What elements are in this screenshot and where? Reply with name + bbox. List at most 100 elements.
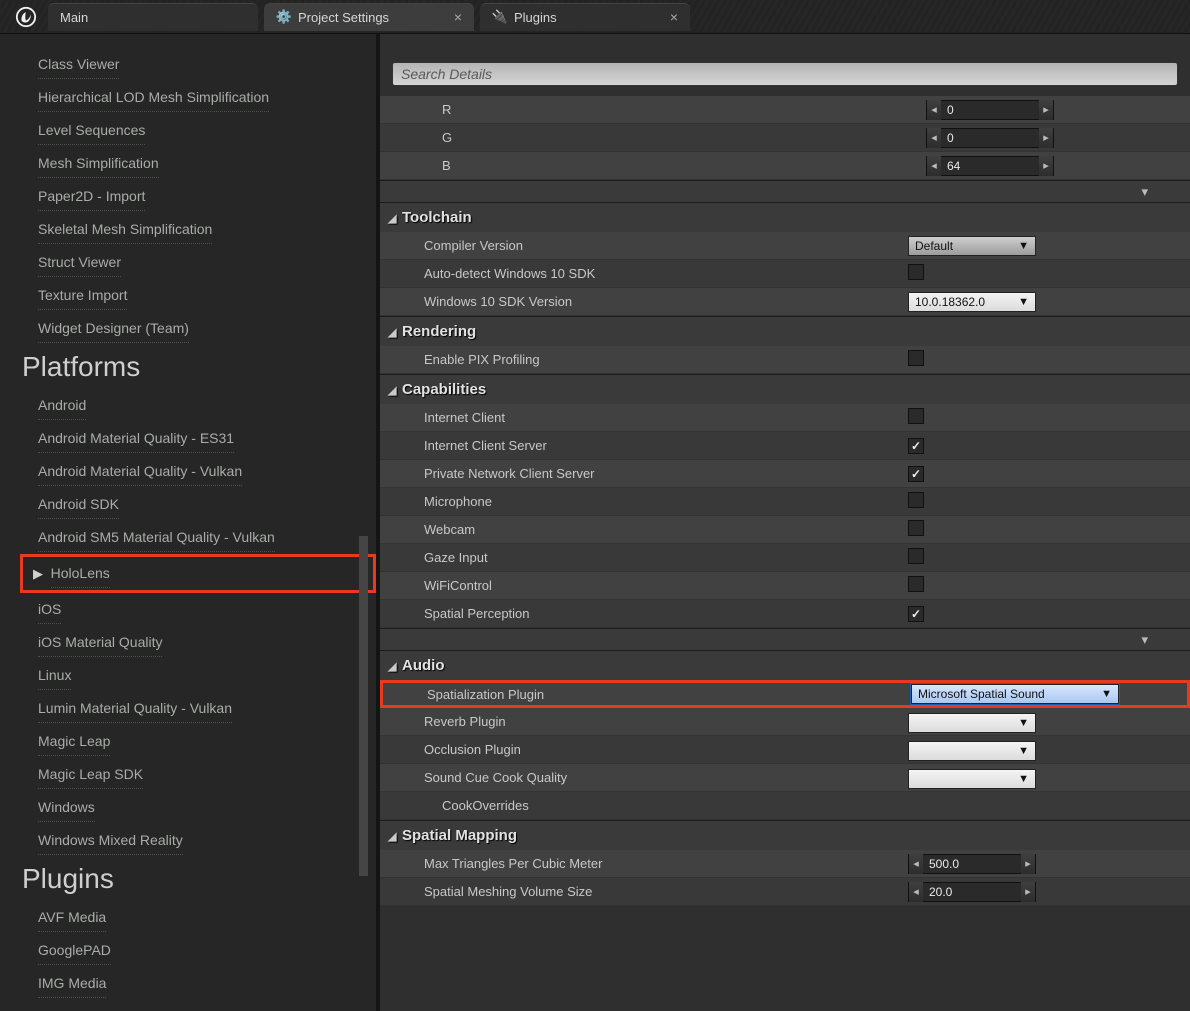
plug-icon: 🔌 <box>492 9 508 25</box>
prop-row-capability: Internet Client Server <box>380 432 1190 460</box>
sidebar-item-windows[interactable]: Windows <box>38 793 95 822</box>
prop-label: Private Network Client Server <box>424 466 908 481</box>
prop-label: Internet Client Server <box>424 438 908 453</box>
triangle-down-icon: ◢ <box>388 384 396 397</box>
spinner-max-tri[interactable]: ◂500.0▸ <box>908 854 1036 874</box>
triangle-down-icon: ◢ <box>388 326 396 339</box>
section-label: Rendering <box>402 323 476 340</box>
prop-label: Compiler Version <box>424 238 908 253</box>
spinner-b[interactable]: ◂64▸ <box>926 156 1054 176</box>
close-icon[interactable]: × <box>670 9 678 25</box>
sidebar-item[interactable]: GooglePAD <box>38 936 111 965</box>
section-toolchain[interactable]: ◢Toolchain <box>380 202 1190 232</box>
checkbox-capability[interactable] <box>908 438 924 454</box>
chevron-right-icon[interactable]: ▸ <box>1021 854 1035 874</box>
section-capabilities[interactable]: ◢Capabilities <box>380 374 1190 404</box>
chevron-left-icon[interactable]: ◂ <box>927 100 941 120</box>
sidebar-item[interactable]: Magic Leap <box>38 727 110 756</box>
prop-row-reverb: Reverb Plugin▼ <box>380 708 1190 736</box>
category-sidebar: Class Viewer Hierarchical LOD Mesh Simpl… <box>0 34 380 1011</box>
prop-label: Auto-detect Windows 10 SDK <box>424 266 908 281</box>
checkbox-pix[interactable] <box>908 350 924 366</box>
checkbox-capability[interactable] <box>908 520 924 536</box>
sidebar-item[interactable]: Windows Mixed Reality <box>38 826 183 855</box>
caret-down-icon: ▼ <box>1018 773 1029 785</box>
prop-row-b: B ◂64▸ <box>380 152 1190 180</box>
sidebar-item[interactable]: Class Viewer <box>38 50 119 79</box>
sidebar-item[interactable]: Texture Import <box>38 281 127 310</box>
checkbox-capability[interactable] <box>908 492 924 508</box>
sidebar-item[interactable]: Android SM5 Material Quality - Vulkan <box>38 523 275 552</box>
sidebar-item-android[interactable]: Android <box>38 391 86 420</box>
sdk-version-combo[interactable]: 10.0.18362.0▼ <box>908 292 1036 312</box>
sidebar-item[interactable]: AVF Media <box>38 903 106 932</box>
caret-down-icon: ▼ <box>1018 717 1029 729</box>
prop-row-occlusion: Occlusion Plugin▼ <box>380 736 1190 764</box>
close-icon[interactable]: × <box>454 9 462 25</box>
compiler-version-combo[interactable]: Default▼ <box>908 236 1036 256</box>
tab-project-settings[interactable]: ⚙️ Project Settings × <box>264 3 474 31</box>
spatialization-plugin-combo[interactable]: Microsoft Spatial Sound▼ <box>911 684 1119 704</box>
tab-plugins[interactable]: 🔌 Plugins × <box>480 3 690 31</box>
occlusion-plugin-combo[interactable]: ▼ <box>908 741 1036 761</box>
chevron-right-icon[interactable]: ▸ <box>1039 156 1053 176</box>
section-audio[interactable]: ◢Audio <box>380 650 1190 680</box>
prop-row-sdk: Windows 10 SDK Version10.0.18362.0▼ <box>380 288 1190 316</box>
spinner-vol-size[interactable]: ◂20.0▸ <box>908 882 1036 902</box>
sidebar-item[interactable]: Mesh Simplification <box>38 149 159 178</box>
sidebar-item[interactable]: Magic Leap SDK <box>38 760 143 789</box>
sidebar-item[interactable]: Paper2D - Import <box>38 182 145 211</box>
spinner-value: 20.0 <box>923 885 1021 899</box>
details-panel: Search Details R ◂0▸ G ◂0▸ B ◂64▸ ▾ ◢Too… <box>380 34 1190 1011</box>
sidebar-item-linux[interactable]: Linux <box>38 661 71 690</box>
chevron-left-icon[interactable]: ◂ <box>927 128 941 148</box>
chevron-left-icon[interactable]: ◂ <box>927 156 941 176</box>
checkbox-capability[interactable] <box>908 466 924 482</box>
prop-row-capability: Webcam <box>380 516 1190 544</box>
expand-strip[interactable]: ▾ <box>380 180 1190 202</box>
sidebar-item[interactable]: Lumin Material Quality - Vulkan <box>38 694 232 723</box>
sidebar-item[interactable]: Android Material Quality - Vulkan <box>38 457 242 486</box>
sidebar-item[interactable]: Level Sequencer <box>38 1002 143 1011</box>
checkbox-capability[interactable] <box>908 606 924 622</box>
section-label: Audio <box>402 657 445 674</box>
checkbox-autodetect-sdk[interactable] <box>908 264 924 280</box>
chevron-left-icon[interactable]: ◂ <box>909 882 923 902</box>
sidebar-item-hololens[interactable]: ▶ HoloLens <box>20 554 376 593</box>
tab-main[interactable]: Main <box>48 3 258 31</box>
sidebar-item[interactable]: iOS Material Quality <box>38 628 162 657</box>
sidebar-item[interactable]: IMG Media <box>38 969 106 998</box>
sidebar-item-ios[interactable]: iOS <box>38 595 61 624</box>
expand-strip[interactable]: ▾ <box>380 628 1190 650</box>
sidebar-plugins-items: AVF Media GooglePAD IMG Media Level Sequ… <box>0 901 376 1011</box>
prop-row-vol-size: Spatial Meshing Volume Size◂20.0▸ <box>380 878 1190 906</box>
prop-row-capability: WiFiControl <box>380 572 1190 600</box>
sidebar-item[interactable]: Level Sequences <box>38 116 145 145</box>
scrollbar-thumb[interactable] <box>359 536 368 876</box>
section-rendering[interactable]: ◢ Rendering <box>380 316 1190 346</box>
spinner-g[interactable]: ◂0▸ <box>926 128 1054 148</box>
sidebar-item[interactable]: Struct Viewer <box>38 248 121 277</box>
checkbox-capability[interactable] <box>908 408 924 424</box>
section-label: Toolchain <box>402 209 472 226</box>
spinner-r[interactable]: ◂0▸ <box>926 100 1054 120</box>
sidebar-item[interactable]: Skeletal Mesh Simplification <box>38 215 212 244</box>
prop-label: Webcam <box>424 522 908 537</box>
search-input[interactable]: Search Details <box>392 62 1178 86</box>
tab-bar: Main ⚙️ Project Settings × 🔌 Plugins × <box>0 0 1190 34</box>
chevron-right-icon[interactable]: ▸ <box>1021 882 1035 902</box>
sidebar-item[interactable]: Android SDK <box>38 490 119 519</box>
sidebar-item[interactable]: Widget Designer (Team) <box>38 314 189 343</box>
chevron-right-icon[interactable]: ▸ <box>1039 128 1053 148</box>
sidebar-item[interactable]: Hierarchical LOD Mesh Simplification <box>38 83 269 112</box>
checkbox-capability[interactable] <box>908 576 924 592</box>
chevron-down-icon: ▾ <box>1141 632 1148 648</box>
reverb-plugin-combo[interactable]: ▼ <box>908 713 1036 733</box>
checkbox-capability[interactable] <box>908 548 924 564</box>
prop-row-compiler: Compiler VersionDefault▼ <box>380 232 1190 260</box>
chevron-right-icon[interactable]: ▸ <box>1039 100 1053 120</box>
cook-quality-combo[interactable]: ▼ <box>908 769 1036 789</box>
sidebar-item[interactable]: Android Material Quality - ES31 <box>38 424 234 453</box>
section-spatial-mapping[interactable]: ◢Spatial Mapping <box>380 820 1190 850</box>
tab-main-label: Main <box>60 10 88 25</box>
